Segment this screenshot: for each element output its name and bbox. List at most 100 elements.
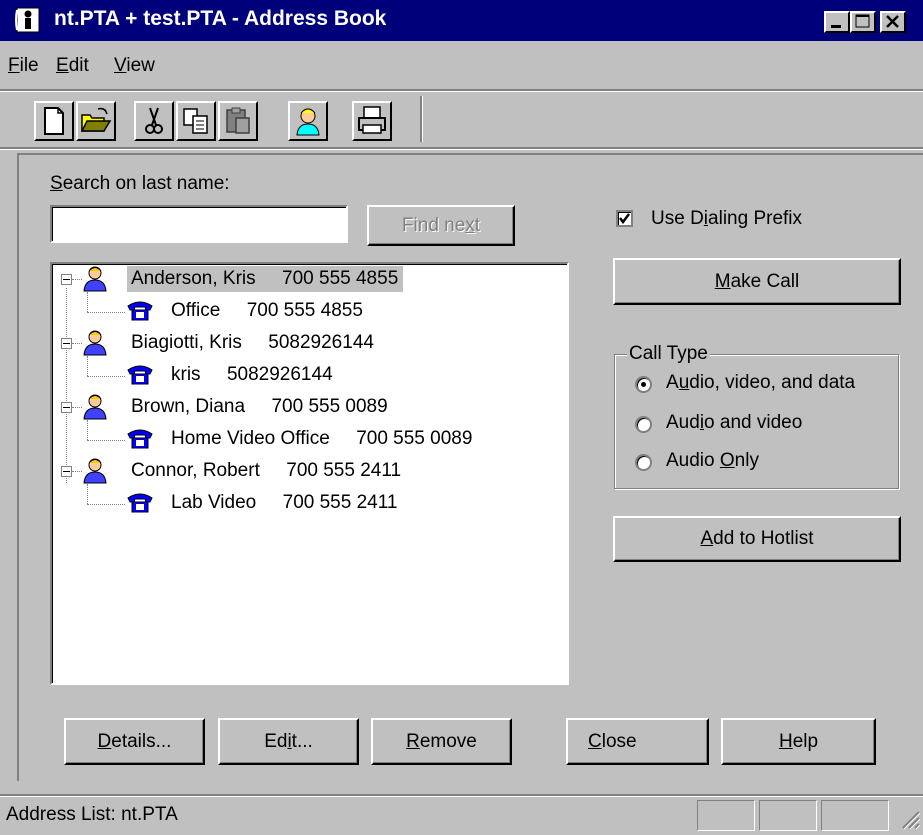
person-icon	[83, 266, 107, 292]
toolbar-separator	[0, 147, 923, 150]
phone-icon	[127, 365, 153, 385]
contact-name: Anderson, Kris	[131, 268, 256, 289]
copy-icon	[183, 108, 208, 134]
radio-label-audio-only[interactable]: Audio Only	[666, 450, 759, 472]
dialing-prefix-checkbox[interactable]	[616, 210, 633, 227]
menu-separator	[0, 89, 923, 92]
tree-h-entry-4	[87, 504, 125, 505]
minimize-button[interactable]	[824, 11, 850, 33]
tree-h-entry-2	[87, 376, 125, 377]
search-label: Search on last name:	[50, 173, 230, 194]
toolbar-end-divider	[420, 96, 423, 142]
open-button[interactable]	[76, 101, 116, 141]
entry-number: 700 555 2411	[282, 492, 398, 513]
tree-branch-line-3	[87, 420, 88, 440]
contact-name: Biagiotti, Kris	[131, 332, 242, 353]
radio-label-audio-video[interactable]: Audio and video	[666, 412, 802, 434]
entry-number: 5082926144	[226, 364, 333, 385]
add-contact-button[interactable]	[288, 101, 328, 141]
print-button[interactable]	[352, 101, 392, 141]
person-icon	[83, 458, 107, 484]
edit-button[interactable]: Ed i t...	[218, 718, 359, 765]
collapse-toggle-2[interactable]	[61, 338, 72, 349]
entry-number: 700 555 0089	[356, 428, 473, 449]
copy-button[interactable]	[176, 101, 216, 141]
menu-file[interactable]: File	[8, 55, 39, 77]
phone-icon	[127, 493, 153, 513]
entry-label: Lab Video	[171, 492, 257, 513]
tree-branch-line-4	[87, 484, 88, 504]
window-title: nt.PTA + test.PTA - Address Book	[54, 7, 387, 30]
maximize-icon	[855, 14, 870, 28]
new-button[interactable]	[34, 101, 74, 141]
collapse-toggle-4[interactable]	[61, 466, 72, 477]
phone-icon	[127, 429, 153, 449]
contact-number: 700 555 2411	[286, 460, 402, 481]
close-button[interactable]: Close	[566, 718, 709, 765]
help-button[interactable]: Help	[721, 718, 876, 765]
minimize-icon	[831, 25, 841, 28]
menu-edit-rest: dit	[68, 55, 89, 76]
status-separator	[0, 794, 923, 797]
find-next-button[interactable]: Find ne x t	[367, 205, 515, 246]
paste-icon	[226, 107, 250, 134]
new-icon	[44, 107, 64, 135]
tree-contact-row[interactable]: Connor, Robert 700 555 2411	[131, 458, 401, 484]
menu-view[interactable]: View	[114, 55, 155, 77]
person-icon	[83, 394, 107, 420]
tree-contact-row[interactable]: Anderson, Kris 700 555 4855	[127, 266, 404, 292]
close-window-button[interactable]	[880, 11, 906, 33]
contact-number: 700 555 4855	[282, 268, 399, 289]
contact-name: Connor, Robert	[131, 460, 260, 481]
status-pane-2	[759, 800, 817, 831]
contact-name: Brown, Diana	[131, 396, 246, 417]
entry-label: Office	[171, 300, 221, 321]
tree-contact-row[interactable]: Biagiotti, Kris 5082926144	[131, 330, 374, 356]
remove-button[interactable]: Remove	[371, 718, 512, 765]
tree-h-entry-3	[87, 440, 125, 441]
tree-entry-row[interactable]: Home Video Office 700 555 0089	[171, 426, 472, 452]
search-input[interactable]	[50, 205, 348, 243]
contact-number: 5082926144	[268, 332, 374, 353]
details-button[interactable]: Details...	[64, 718, 205, 765]
print-icon	[358, 106, 386, 134]
cut-icon	[145, 107, 163, 134]
person-icon	[83, 330, 107, 356]
maximize-button[interactable]	[850, 11, 876, 33]
radio-label-audio-video-data[interactable]: Audio, video, and data	[666, 372, 855, 394]
contact-number: 700 555 0089	[271, 396, 388, 417]
status-text: Address List: nt.PTA	[6, 804, 178, 825]
tree-h-entry-1	[87, 312, 125, 313]
phone-icon	[127, 301, 153, 321]
contact-tree-content: Anderson, Kris 700 555 4855 Office 700 5…	[50, 262, 569, 685]
radio-audio-video-data[interactable]	[635, 376, 652, 393]
collapse-toggle-1[interactable]	[61, 274, 72, 285]
entry-label: kris	[171, 364, 201, 385]
radio-audio-only[interactable]	[635, 454, 652, 471]
tree-entry-row[interactable]: Office 700 555 4855	[171, 298, 363, 324]
title-bar: nt.PTA + test.PTA - Address Book	[0, 0, 923, 41]
tree-entry-row[interactable]: kris 5082926144	[171, 362, 333, 388]
tree-root-line	[66, 288, 67, 483]
open-folder-icon	[80, 107, 112, 132]
tree-entry-row[interactable]: Lab Video 700 555 2411	[171, 490, 397, 516]
tree-branch-line-1	[87, 292, 88, 312]
paste-button[interactable]	[218, 101, 258, 141]
dialing-prefix-label[interactable]: Use Dialing Prefix	[651, 208, 802, 230]
radio-audio-video[interactable]	[635, 416, 652, 433]
menu-edit[interactable]: Edit	[56, 55, 89, 77]
app-icon[interactable]	[14, 6, 42, 34]
menu-file-rest: ile	[19, 55, 39, 76]
cut-button[interactable]	[134, 101, 174, 141]
status-pane-1	[697, 800, 755, 831]
add-to-hotlist-button[interactable]: Add to Hotlist	[613, 516, 901, 562]
make-call-button[interactable]: Make Call	[613, 258, 901, 305]
entry-number: 700 555 4855	[246, 300, 363, 321]
collapse-toggle-3[interactable]	[61, 402, 72, 413]
resize-grip-icon[interactable]	[899, 808, 921, 830]
status-pane-3	[821, 800, 889, 831]
tree-contact-row[interactable]: Brown, Diana 700 555 0089	[131, 394, 388, 420]
person-icon	[296, 108, 320, 136]
entry-label: Home Video Office	[171, 428, 330, 449]
close-icon	[886, 15, 899, 28]
